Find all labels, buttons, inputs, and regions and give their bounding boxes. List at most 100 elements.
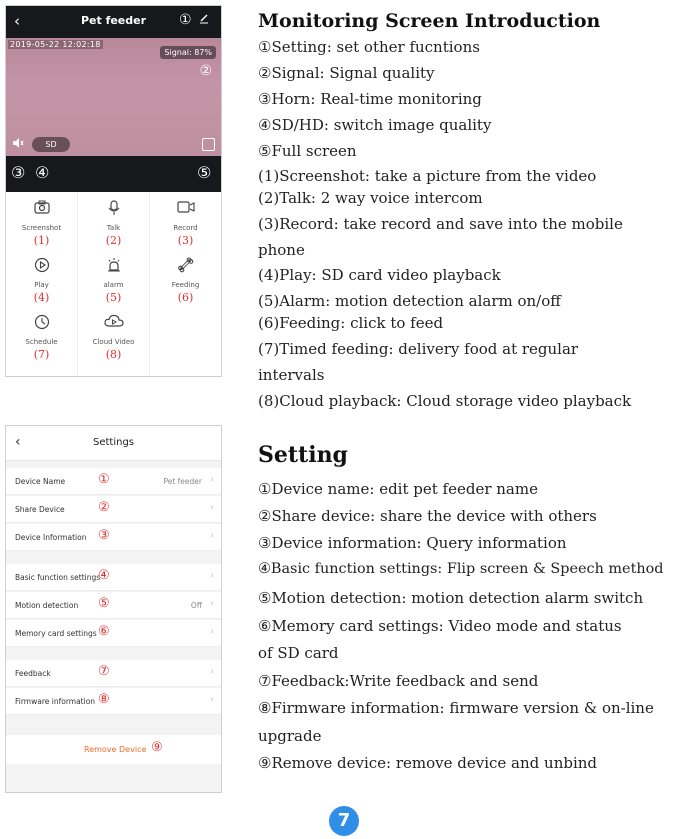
settings-row-memory-card[interactable]: Memory card settings ⑥ ›: [6, 620, 221, 647]
clock-icon: [6, 314, 77, 332]
play-icon: [6, 257, 77, 275]
speaker-icon[interactable]: [12, 138, 24, 151]
marker-4: ④: [35, 163, 50, 182]
chevron-right-icon: ›: [210, 531, 214, 541]
setting-line: of SD card: [258, 644, 339, 662]
monitor-line: ③Horn: Real-time monitoring: [258, 90, 482, 108]
function-cloud-video[interactable]: Cloud Video (8): [78, 306, 149, 363]
monitor-line: ⑤Full screen: [258, 142, 357, 160]
monitor-line: intervals: [258, 366, 325, 384]
row-number: ①: [98, 472, 110, 487]
monitoring-section-title: Monitoring Screen Introduction: [258, 10, 601, 32]
chevron-right-icon: ›: [210, 599, 214, 609]
setting-line: upgrade: [258, 727, 322, 745]
monitor-line: ②Signal: Signal quality: [258, 64, 435, 82]
row-label: Memory card settings: [15, 629, 97, 638]
function-number: (3): [177, 234, 194, 247]
monitor-line: (1)Screenshot: take a picture from the v…: [258, 167, 597, 185]
function-label: Play: [34, 281, 49, 289]
function-number: (6): [177, 291, 194, 304]
page-number-badge: 7: [329, 806, 359, 836]
monitor-line: (4)Play: SD card video playback: [258, 266, 501, 284]
settings-row-device-information[interactable]: Device Information ③ ›: [6, 524, 221, 551]
chevron-right-icon: ›: [210, 695, 214, 705]
video-timestamp: 2019-05-22 12:02:18: [8, 40, 103, 49]
row-number: ⑤: [98, 596, 110, 611]
settings-row-feedback[interactable]: Feedback ⑦ ›: [6, 660, 221, 687]
marker-3: ③: [11, 163, 26, 182]
function-schedule[interactable]: Schedule (7): [6, 306, 77, 363]
row-label: Share Device: [15, 505, 65, 514]
camera-icon: [6, 200, 77, 218]
alarm-icon: [78, 257, 149, 275]
function-number: (4): [33, 291, 50, 304]
cloud-play-icon: [78, 314, 149, 332]
setting-section-title: Setting: [258, 442, 348, 468]
row-number: ②: [98, 500, 110, 515]
settings-title: Settings: [92, 437, 134, 448]
setting-line: ⑦Feedback:Write feedback and send: [258, 672, 539, 690]
row-value: Pet feeder: [163, 477, 202, 486]
monitor-screenshot: ‹ Pet feeder ① 2019-05-22 12:02:18 Signa…: [5, 5, 222, 377]
function-label: Talk: [106, 224, 121, 232]
setting-line: ⑥Memory card settings: Video mode and st…: [258, 617, 622, 635]
video-feed[interactable]: 2019-05-22 12:02:18 Signal: 87% ② SD: [6, 38, 221, 156]
setting-line: ①Device name: edit pet feeder name: [258, 480, 538, 498]
row-number: ⑦: [98, 664, 110, 679]
monitor-line: (6)Feeding: click to feed: [258, 314, 444, 332]
marker-2: ②: [199, 63, 212, 79]
sd-button[interactable]: SD: [32, 137, 70, 152]
video-record-icon: [150, 200, 221, 218]
function-screenshot[interactable]: Screenshot (1): [6, 192, 77, 249]
row-label: Device Name: [15, 477, 66, 486]
function-number: (1): [33, 234, 50, 247]
monitor-line: (3)Record: take record and save into the…: [258, 215, 623, 233]
marker-1: ①: [179, 12, 192, 28]
function-number: (2): [105, 234, 122, 247]
row-label: Device Information: [15, 533, 87, 542]
chevron-right-icon: ›: [210, 627, 214, 637]
setting-line: ⑤Motion detection: motion detection alar…: [258, 589, 644, 607]
monitor-header: ‹ Pet feeder ①: [6, 6, 221, 38]
setting-line: ④Basic function settings: Flip screen & …: [258, 561, 664, 577]
monitor-line: phone: [258, 241, 305, 259]
chevron-right-icon: ›: [210, 475, 214, 485]
function-record[interactable]: Record (3): [150, 192, 221, 249]
monitor-line: (7)Timed feeding: delivery food at regul…: [258, 340, 579, 358]
fullscreen-icon[interactable]: [202, 138, 215, 151]
function-label: Cloud Video: [92, 338, 135, 346]
row-number: ⑥: [98, 624, 110, 639]
function-number: (5): [105, 291, 122, 304]
function-play[interactable]: Play (4): [6, 249, 77, 306]
chevron-right-icon: ›: [210, 503, 214, 513]
settings-row-motion-detection[interactable]: Motion detection ⑤ Off ›: [6, 592, 221, 619]
row-number: ④: [98, 568, 110, 583]
settings-row-firmware[interactable]: Firmware information ⑧ ›: [6, 688, 221, 715]
row-label: Feedback: [15, 669, 51, 678]
settings-row-share-device[interactable]: Share Device ② ›: [6, 496, 221, 523]
function-label: Screenshot: [21, 224, 62, 232]
settings-row-device-name[interactable]: Device Name ① Pet feeder ›: [6, 468, 221, 495]
settings-screenshot: ‹ Settings Device Name ① Pet feeder › Sh…: [5, 425, 222, 793]
row-label: Firmware information: [15, 697, 96, 706]
function-talk[interactable]: Talk (2): [78, 192, 149, 249]
remove-device-button[interactable]: Remove Device ⑨: [6, 735, 221, 764]
remove-device-label: Remove Device: [84, 745, 147, 754]
settings-header: ‹ Settings: [6, 426, 221, 461]
settings-row-basic-function[interactable]: Basic function settings ④ ›: [6, 564, 221, 591]
marker-5: ⑤: [197, 163, 212, 182]
function-grid: Screenshot (1) Talk (2) Record (3) Play …: [6, 192, 221, 376]
monitor-line: (5)Alarm: motion detection alarm on/off: [258, 292, 561, 310]
function-label: Record: [173, 224, 198, 232]
setting-line: ③Device information: Query information: [258, 534, 567, 552]
chevron-right-icon: ›: [210, 667, 214, 677]
monitor-line: ④SD/HD: switch image quality: [258, 116, 492, 134]
setting-line: ⑧Firmware information: firmware version …: [258, 699, 654, 717]
function-feeding[interactable]: Feeding (6): [150, 249, 221, 306]
function-alarm[interactable]: alarm (5): [78, 249, 149, 306]
edit-icon[interactable]: [199, 12, 209, 28]
row-label: Basic function settings: [15, 573, 101, 582]
signal-badge: Signal: 87%: [160, 46, 216, 59]
microphone-icon: [78, 200, 149, 218]
monitor-line: (8)Cloud playback: Cloud storage video p…: [258, 392, 632, 410]
